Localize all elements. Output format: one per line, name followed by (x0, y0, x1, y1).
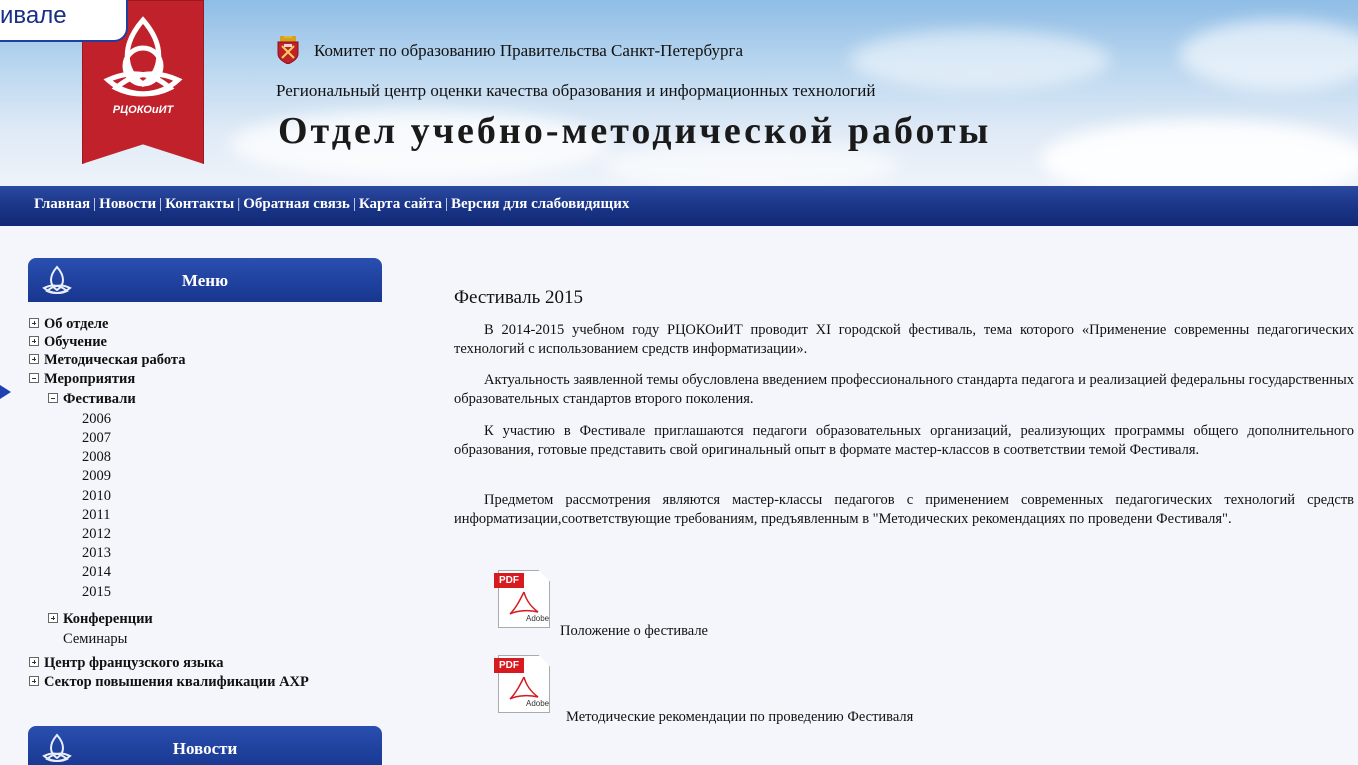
center-name: Региональный центр оценки качества образ… (276, 81, 876, 100)
content-paragraph: К участию в Фестивале приглашаются педаг… (454, 423, 1354, 458)
doc-link-recommendations[interactable]: Методические рекомендации по проведению … (566, 709, 913, 726)
year-link-2013[interactable]: 2013 (82, 545, 111, 562)
menu-item-training[interactable]: Обучение (29, 334, 107, 351)
callout-arrow-icon (0, 385, 11, 399)
nav-link-sitemap[interactable]: Карта сайта (359, 196, 442, 212)
menu-item-label: Сектор повышения квалификации АХР (44, 674, 309, 690)
expand-plus-icon (29, 318, 39, 328)
menu-panel-header: Меню (28, 258, 382, 302)
menu-item-events[interactable]: Мероприятия (29, 371, 135, 388)
year-link-2006[interactable]: 2006 (82, 411, 111, 428)
menu-item-seminars[interactable]: Семинары (63, 631, 127, 648)
nav-link-low-vision[interactable]: Версия для слабовидящих (451, 196, 629, 212)
nav-separator: | (93, 196, 97, 212)
nav-link-feedback[interactable]: Обратная связь (243, 196, 350, 212)
menu-item-methodical[interactable]: Методическая работа (29, 352, 185, 369)
content-paragraph: В 2014-2015 учебном году РЦОКОиИТ провод… (454, 322, 1354, 357)
doc-link-regulations[interactable]: Положение о фестивале (560, 623, 708, 640)
nav-link-news[interactable]: Новости (99, 196, 156, 212)
menu-item-label: Методическая работа (44, 352, 186, 368)
year-link-2015[interactable]: 2015 (82, 584, 111, 601)
header-cloud (1180, 20, 1358, 90)
page-title: Фестиваль 2015 (454, 287, 584, 308)
year-link-2011[interactable]: 2011 (82, 507, 110, 524)
year-link-2012[interactable]: 2012 (82, 526, 111, 543)
adobe-label: Adobe (526, 614, 550, 623)
menu-item-label: Обучение (44, 334, 107, 350)
callout-text: ивале (0, 2, 67, 29)
year-link-2007[interactable]: 2007 (82, 430, 111, 447)
content-paragraph: Предметом рассмотрения являются мастер-к… (454, 492, 1354, 527)
department-title: Отдел учебно-методической работы (278, 110, 992, 152)
expand-plus-icon (48, 613, 58, 623)
pdf-badge: PDF (494, 658, 524, 673)
pdf-icon[interactable]: PDF Adobe (494, 570, 554, 630)
tooltip-callout: ивале (0, 0, 128, 42)
menu-item-label: Центр французского языка (44, 655, 224, 671)
expand-plus-icon (29, 676, 39, 686)
content-paragraph: Актуальность заявленной темы обусловлена… (454, 372, 1354, 407)
expand-plus-icon (29, 657, 39, 667)
menu-item-french-center[interactable]: Центр французского языка (29, 655, 224, 672)
nav-separator: | (445, 196, 449, 212)
header-cloud (850, 30, 1110, 90)
pdf-badge: PDF (494, 573, 524, 588)
nav-separator: | (237, 196, 241, 212)
year-link-2010[interactable]: 2010 (82, 488, 111, 505)
year-link-2008[interactable]: 2008 (82, 449, 111, 466)
nav-link-home[interactable]: Главная (34, 196, 90, 212)
menu-item-label: Фестивали (63, 391, 136, 407)
menu-item-label: Конференции (63, 611, 153, 627)
year-link-2009[interactable]: 2009 (82, 468, 111, 485)
logo-text: РЦОКОиИТ (112, 104, 174, 116)
header-cloud (1040, 120, 1358, 186)
menu-item-about[interactable]: Об отделе (29, 316, 109, 333)
collapse-minus-icon (48, 393, 58, 403)
menu-item-festivals[interactable]: Фестивали (48, 391, 136, 408)
expand-plus-icon (29, 354, 39, 364)
expand-plus-icon (29, 336, 39, 346)
nav-links: Главная | Новости | Контакты | Обратная связь |… (34, 196, 629, 213)
menu-title: Меню (181, 271, 229, 290)
menu-item-label: Мероприятия (44, 371, 136, 387)
nav-link-contacts[interactable]: Контакты (165, 196, 234, 212)
menu-item-qualification-sector[interactable]: Сектор повышения квалификации АХР (29, 674, 309, 691)
top-navigation: Главная | Новости | Контакты | Обратная связь |… (0, 186, 1358, 226)
menu-item-label: Об отделе (44, 316, 109, 332)
menu-item-conferences[interactable]: Конференции (48, 611, 153, 628)
pdf-icon[interactable]: PDF Adobe (494, 655, 554, 715)
committee-name: Комитет по образованию Правительства Сан… (314, 41, 743, 60)
news-panel-header: Новости (28, 726, 382, 765)
year-link-2014[interactable]: 2014 (82, 564, 111, 581)
collapse-minus-icon (29, 373, 39, 383)
nav-separator: | (352, 196, 356, 212)
nav-separator: | (159, 196, 163, 212)
adobe-label: Adobe (526, 699, 550, 708)
coat-of-arms-icon (277, 36, 299, 64)
site-header: РЦОКОиИТ ивале Комитет по образованию Пр… (0, 0, 1358, 186)
news-title: Новости (172, 739, 238, 758)
